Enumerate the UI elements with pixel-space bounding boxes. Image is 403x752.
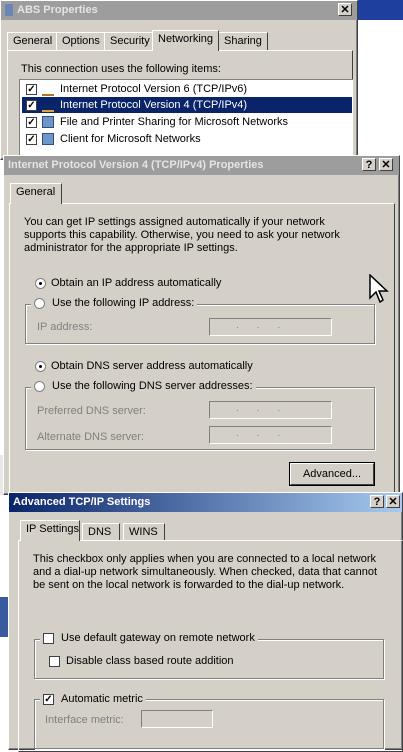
item-checkbox[interactable]: ✓ [26,134,37,145]
static-dns-group-header: Use the following DNS server addresses: [31,379,256,393]
connection-items-list[interactable]: ✓ Internet Protocol Version 6 (TCP/IPv6)… [19,79,353,159]
item-label: File and Printer Sharing for Microsoft N… [60,116,289,128]
tab-sharing[interactable]: Sharing [218,32,268,50]
list-item[interactable]: ✓ Internet Protocol Version 6 (TCP/IPv6) [22,81,342,97]
item-checkbox[interactable]: ✓ [26,117,37,128]
close-icon: ✕ [381,159,391,171]
use-default-gateway-label: Use default gateway on remote network [61,632,255,644]
protocol-icon [42,100,54,112]
item-checkbox[interactable]: ✓ [26,100,37,111]
ipv4-help-button[interactable]: ? [362,158,376,171]
check-icon: ✓ [27,134,36,145]
tab-security[interactable]: Security [104,32,156,50]
obtain-ip-auto-label: Obtain an IP address automatically [51,277,222,289]
tab-dns[interactable]: DNS [82,523,120,541]
gateway-group-header: Use default gateway on remote network [40,631,258,645]
item-label: Internet Protocol Version 6 (TCP/IPv6) [60,83,248,95]
desktop-background [358,0,403,20]
preferred-dns-label: Preferred DNS server: [37,405,146,417]
disable-class-route-label: Disable class based route addition [66,655,234,667]
preferred-dns-field[interactable]: ... [209,401,332,419]
obtain-dns-auto-label: Obtain DNS server address automatically [51,360,253,372]
ip-settings-description: You can get IP settings assigned automat… [24,216,340,254]
automatic-metric-checkbox[interactable]: ✓ [43,694,54,705]
obtain-dns-auto-radio[interactable] [35,361,46,372]
network-connection-icon [5,4,13,17]
file-sharing-icon [42,116,54,128]
tab-ip-settings[interactable]: IP Settings [20,520,80,541]
close-icon: ✕ [388,496,398,508]
abs-title-bar: ABS Properties [1,1,357,20]
advanced-title-bar: Advanced TCP/IP Settings [9,493,402,512]
advanced-help-button[interactable]: ? [370,495,384,508]
list-item[interactable]: ✓ Client for Microsoft Networks [22,131,342,147]
protocol-icon [42,84,54,96]
abs-window-title: ABS Properties [17,4,98,16]
tab-label: WINS [129,526,158,538]
use-default-gateway-checkbox[interactable] [43,633,54,644]
mouse-cursor-icon [369,274,389,304]
tab-label: IP Settings [26,523,79,535]
check-icon: ✓ [27,117,36,128]
tab-label: Options [62,35,100,47]
tab-networking[interactable]: Networking [152,30,220,51]
ipv4-close-button[interactable]: ✕ [379,158,393,171]
interface-metric-field[interactable] [141,710,213,728]
tab-label: DNS [88,526,112,538]
ip-address-field[interactable]: ... [209,318,332,336]
item-label: Internet Protocol Version 4 (TCP/IPv4) [60,99,248,111]
use-following-dns-radio[interactable] [34,381,45,392]
metric-group-header: ✓ Automatic metric [40,692,146,706]
ipv4-properties-window: Internet Protocol Version 4 (TCP/IPv4) P… [3,155,400,495]
item-checkbox[interactable]: ✓ [26,84,37,95]
alternate-dns-field[interactable]: ... [209,426,332,444]
list-item[interactable]: ✓ File and Printer Sharing for Microsoft… [22,114,342,130]
tab-label: General [13,35,53,47]
advanced-button[interactable]: Advanced... [290,463,374,485]
tab-label: Sharing [224,35,262,47]
tab-label: General [16,186,56,198]
automatic-metric-label: Automatic metric [61,693,143,705]
tab-label: Networking [158,33,214,45]
advanced-close-button[interactable]: ✕ [386,495,400,508]
close-icon: ✕ [340,4,350,16]
use-following-dns-label: Use the following DNS server addresses: [52,380,253,392]
check-icon: ✓ [27,84,36,95]
ipv4-title-bar: Internet Protocol Version 4 (TCP/IPv4) P… [4,156,399,175]
tab-wins[interactable]: WINS [123,523,165,541]
abs-close-button[interactable]: ✕ [338,3,352,16]
gateway-description: This checkbox only applies when you are … [33,553,378,591]
check-icon: ✓ [27,100,36,111]
item-label: Client for Microsoft Networks [60,133,201,145]
use-following-ip-label: Use the following IP address: [52,297,195,309]
items-list-label: This connection uses the following items… [21,63,221,75]
help-icon: ? [365,159,373,171]
alternate-dns-label: Alternate DNS server: [37,431,144,443]
list-item-selected[interactable]: ✓ Internet Protocol Version 4 (TCP/IPv4) [22,97,352,113]
ipv4-window-title: Internet Protocol Version 4 (TCP/IPv4) P… [8,159,264,171]
check-icon: ✓ [44,694,53,705]
tab-options[interactable]: Options [56,32,106,50]
abs-properties-window: ABS Properties ✕ General Options Securit… [0,0,358,160]
advanced-tcpip-window: Advanced TCP/IP Settings ? ✕ IP Settings… [8,492,403,752]
advanced-window-title: Advanced TCP/IP Settings [13,496,151,508]
tab-label: Security [110,35,150,47]
ip-address-label: IP address: [37,321,93,333]
interface-metric-label: Interface metric: [45,714,124,726]
obtain-ip-auto-radio[interactable] [35,278,46,289]
tab-general[interactable]: General [10,183,62,204]
static-ip-group-header: Use the following IP address: [31,296,198,310]
client-network-icon [42,133,54,145]
help-icon: ? [373,496,381,508]
tab-general[interactable]: General [7,32,59,50]
disable-class-route-checkbox[interactable] [49,656,60,667]
use-following-ip-radio[interactable] [34,298,45,309]
